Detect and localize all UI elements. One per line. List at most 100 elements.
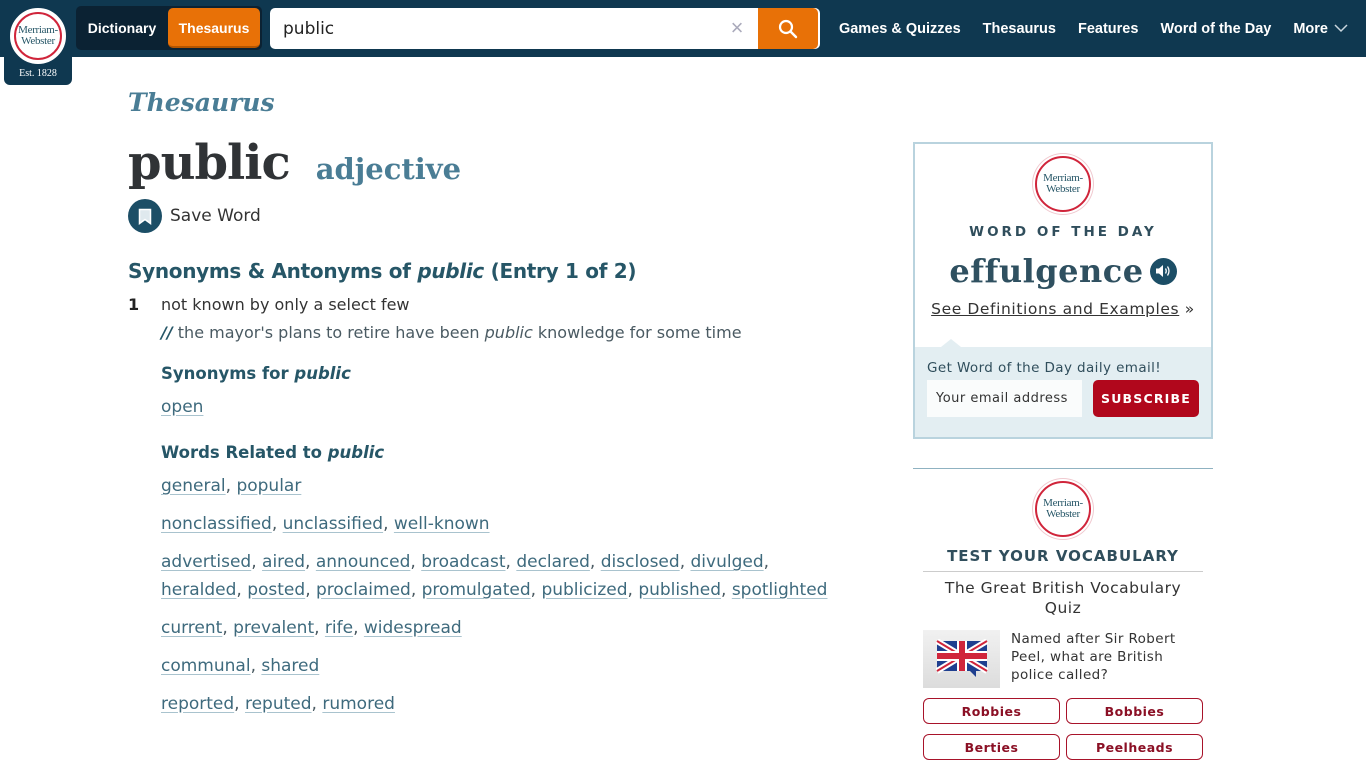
quiz-answer-button[interactable]: Berties [923,734,1060,760]
separator: , [721,580,732,600]
vocabulary-quiz-card: Merriam- Webster TEST YOUR VOCABULARY Th… [913,468,1213,760]
word-link[interactable]: spotlighted [732,580,828,600]
nav-label: Games & Quizzes [838,20,961,37]
nav-label: Word of the Day [1160,20,1272,37]
word-link[interactable]: shared [261,656,319,676]
search-input[interactable] [283,8,723,49]
nav-games-quizzes[interactable]: Games & Quizzes [839,21,961,37]
audio-play-button[interactable] [1149,257,1177,285]
separator: , [763,552,770,572]
close-icon[interactable]: × [725,16,749,40]
separator: , [530,580,542,600]
nav-thesaurus[interactable]: Thesaurus [983,21,1056,37]
separator: , [311,694,323,714]
word-link[interactable]: disclosed [601,552,680,572]
heading-prefix: Synonyms for [161,364,295,383]
search-button[interactable] [758,8,818,49]
word-link[interactable]: widespread [364,618,462,638]
section-title: Synonyms & Antonyms of public (Entry 1 o… [128,259,828,283]
wotd-label: WORD OF THE DAY [969,224,1157,240]
word-link[interactable]: rife [325,618,353,638]
word-link[interactable]: published [638,580,721,600]
quiz-answer-button[interactable]: Peelheads [1066,734,1203,760]
word-link[interactable]: reported [161,694,234,714]
top-navigation-bar: Merriam- Webster Est. 1828 Dictionary Th… [0,0,1366,85]
word-link[interactable]: promulgated [422,580,531,600]
word-link[interactable]: nonclassified [161,514,272,534]
section-title-suffix: (Entry 1 of 2) [483,259,637,283]
word-link[interactable]: publicized [541,580,627,600]
quiz-answer-button[interactable]: Robbies [923,698,1060,724]
related-word-group: nonclassified, unclassified, well-known [161,510,828,538]
word-link[interactable]: aired [262,552,305,572]
main-content: Thesaurus public adjective Save Word Syn… [128,88,828,718]
separator: , [305,580,316,600]
main-nav: Games & Quizzes Thesaurus Features Word … [817,0,1348,57]
quiz-question-row: Named after Sir Robert Peel, what are Br… [913,630,1213,688]
badge-line2: Webster [1046,508,1080,520]
word-link[interactable]: rumored [322,694,395,714]
thesaurus-tab[interactable]: Thesaurus [168,8,260,48]
dictionary-tab[interactable]: Dictionary [76,6,168,50]
quiz-title[interactable]: The Great British Vocabulary Quiz [913,578,1213,618]
word-link[interactable]: heralded [161,580,236,600]
word-link[interactable]: open [161,397,203,417]
separator: , [353,618,364,638]
bookmark-icon [128,199,162,233]
site-logo[interactable]: Merriam- Webster Est. 1828 [4,0,72,85]
word-link[interactable]: reputed [245,694,312,714]
related-word-group: communal, shared [161,652,828,680]
word-link[interactable]: popular [236,476,301,496]
see-definitions-link[interactable]: See Definitions and Examples [931,300,1179,318]
nav-label: Features [1077,20,1139,37]
separator: , [225,476,237,496]
word-link[interactable]: communal [161,656,251,676]
separator: , [410,580,422,600]
nav-label: More [1293,20,1328,37]
related-word-group: advertised, aired, announced, broadcast,… [161,548,828,604]
nav-features[interactable]: Features [1078,21,1138,37]
separator: , [505,552,517,572]
related-word-group: general, popular [161,472,828,500]
separator: , [251,552,263,572]
nav-more[interactable]: More [1293,21,1348,37]
union-jack-image [923,630,1000,688]
separator: , [234,694,245,714]
part-of-speech[interactable]: adjective [316,152,461,186]
speaker-icon [1155,265,1170,277]
word-link[interactable]: posted [247,580,305,600]
logo-badge: Merriam- Webster [10,8,66,64]
word-link[interactable]: unclassified [283,514,383,534]
sense-number: 1 [128,295,140,314]
word-link[interactable]: well-known [394,514,490,534]
mw-logo-badge: Merriam- Webster [1035,156,1091,212]
word-link[interactable]: general [161,476,226,496]
separator: , [679,552,691,572]
word-link[interactable]: prevalent [233,618,314,638]
separator: , [305,552,316,572]
word-link[interactable]: proclaimed [316,580,411,600]
wotd-word[interactable]: effulgence [949,252,1143,290]
heading-prefix: Words Related to [161,443,328,462]
wotd-link-row: See Definitions and Examples » [915,300,1211,318]
word-link[interactable]: advertised [161,552,251,572]
separator: , [589,552,601,572]
word-link[interactable]: current [161,618,222,638]
badge-line2: Webster [1046,183,1080,195]
sense-example: // the mayor's plans to retire have been… [161,323,828,342]
word-link[interactable]: declared [516,552,590,572]
word-link[interactable]: broadcast [421,552,505,572]
wotd-email-signup: Get Word of the Day daily email! SUBSCRI… [915,339,1211,437]
email-input[interactable] [927,380,1082,417]
quiz-question: Named after Sir Robert Peel, what are Br… [1011,631,1176,683]
logo-text-line2: Webster [21,35,55,47]
save-word-button[interactable]: Save Word [128,199,828,233]
word-link[interactable]: announced [316,552,411,572]
quiz-answer-button[interactable]: Bobbies [1066,698,1203,724]
subscribe-button[interactable]: SUBSCRIBE [1093,380,1199,417]
nav-word-of-the-day[interactable]: Word of the Day [1160,21,1271,37]
section-title-prefix: Synonyms & Antonyms of [128,259,418,283]
separator: , [222,618,234,638]
word-link[interactable]: divulged [691,552,764,572]
heading-word: public [294,364,351,383]
